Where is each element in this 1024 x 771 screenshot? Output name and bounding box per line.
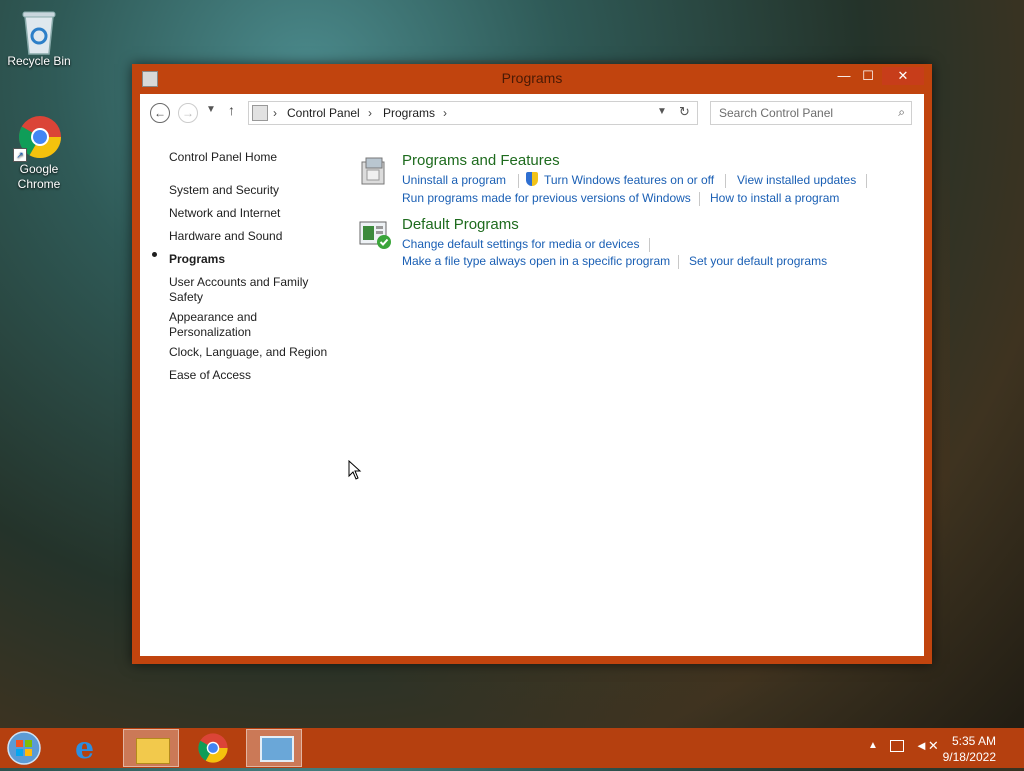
control-panel-icon <box>252 105 268 121</box>
file-type-association-link[interactable]: Make a file type always open in a specif… <box>402 254 670 268</box>
window-title: Programs <box>501 70 563 86</box>
link-separator <box>699 192 700 206</box>
nav-item-user-accounts[interactable]: User Accounts and Family Safety <box>169 275 314 305</box>
desktop-icon-label: Google Chrome <box>17 162 61 191</box>
breadcrumb-separator-icon: › <box>368 106 372 120</box>
minimize-button[interactable]: — <box>832 67 856 85</box>
nav-item-appearance[interactable]: Appearance and Personalization <box>169 310 279 340</box>
back-button[interactable]: ← <box>150 103 170 123</box>
navigation-bar: ← → ▼ ↑ › Control Panel › Programs › ▼ ↻… <box>140 94 924 134</box>
title-bar[interactable]: Programs — ☐ ✕ <box>132 64 932 94</box>
programs-and-features-title[interactable]: Programs and Features <box>402 152 560 169</box>
address-dropdown-icon[interactable]: ▼ <box>657 106 667 117</box>
uninstall-program-link[interactable]: Uninstall a program <box>402 173 506 187</box>
breadcrumb-programs[interactable]: Programs <box>383 106 435 120</box>
address-bar[interactable]: › Control Panel › Programs › ▼ ↻ <box>248 101 698 125</box>
shield-icon <box>526 172 538 186</box>
search-placeholder: Search Control Panel <box>719 106 834 120</box>
nav-item-programs[interactable]: Programs <box>169 252 329 267</box>
change-default-settings-link[interactable]: Change default settings for media or dev… <box>402 237 639 251</box>
nav-control-panel-home[interactable]: Control Panel Home <box>169 150 329 165</box>
recent-pages-chevron-icon[interactable]: ▼ <box>206 104 216 115</box>
how-to-install-link[interactable]: How to install a program <box>710 191 839 205</box>
up-button[interactable]: ↑ <box>228 102 235 118</box>
control-panel-icon <box>260 736 294 762</box>
category-default-programs: Default Programs Change default settings… <box>358 216 918 272</box>
shortcut-arrow-icon: ↗ <box>13 148 27 162</box>
close-button[interactable]: ✕ <box>882 67 924 85</box>
default-programs-icon <box>359 221 391 249</box>
desktop-icon-chrome[interactable]: ↗ Google Chrome <box>4 114 74 192</box>
selected-bullet-icon <box>152 252 157 257</box>
taskbar-control-panel[interactable] <box>246 729 302 767</box>
folder-icon <box>136 738 170 764</box>
view-installed-updates-link[interactable]: View installed updates <box>737 173 856 187</box>
taskbar: e ▲ ◄✕ 5:35 AM 9/18/2022 <box>0 728 1024 768</box>
windows-features-link[interactable]: Turn Windows features on or off <box>544 173 714 187</box>
chrome-icon <box>198 733 228 763</box>
run-older-programs-link[interactable]: Run programs made for previous versions … <box>402 191 691 205</box>
network-icon[interactable] <box>890 740 904 752</box>
internet-explorer-icon: e <box>75 731 95 766</box>
default-programs-title[interactable]: Default Programs <box>402 216 519 233</box>
taskbar-internet-explorer[interactable]: e <box>62 729 118 767</box>
taskbar-chrome[interactable] <box>185 729 241 767</box>
link-separator <box>678 255 679 269</box>
link-separator <box>866 174 867 188</box>
link-separator <box>725 174 726 188</box>
link-separator <box>649 238 650 252</box>
chrome-icon: ↗ <box>13 114 62 162</box>
volume-muted-icon[interactable]: ◄✕ <box>915 738 939 754</box>
nav-item-network-and-internet[interactable]: Network and Internet <box>169 206 329 221</box>
windows-logo-icon <box>7 731 41 765</box>
window-client-area: ← → ▼ ↑ › Control Panel › Programs › ▼ ↻… <box>140 94 924 656</box>
nav-item-system-and-security[interactable]: System and Security <box>169 183 329 198</box>
nav-item-clock-language-region[interactable]: Clock, Language, and Region <box>169 345 339 360</box>
mouse-cursor-icon <box>348 460 362 480</box>
search-input[interactable]: Search Control Panel ⌕ <box>710 101 912 125</box>
desktop-icon-recycle-bin[interactable]: Recycle Bin <box>4 8 74 69</box>
link-separator <box>518 174 519 188</box>
taskbar-file-explorer[interactable] <box>123 729 179 767</box>
desktop-icon-label: Recycle Bin <box>7 54 71 68</box>
system-clock[interactable]: 5:35 AM 9/18/2022 <box>943 733 996 765</box>
clock-time: 5:35 AM <box>951 734 996 748</box>
programs-and-features-icon <box>361 157 385 185</box>
breadcrumb-separator-icon: › <box>443 106 447 120</box>
show-hidden-icons-button[interactable]: ▲ <box>868 740 878 751</box>
maximize-button[interactable]: ☐ <box>856 67 880 85</box>
nav-item-ease-of-access[interactable]: Ease of Access <box>169 368 329 383</box>
clock-date: 9/18/2022 <box>942 750 996 764</box>
breadcrumb-separator-icon: › <box>273 106 277 120</box>
set-default-programs-link[interactable]: Set your default programs <box>689 254 827 268</box>
refresh-icon[interactable]: ↻ <box>679 104 690 120</box>
control-panel-window: Programs — ☐ ✕ ← → ▼ ↑ › Control Panel ›… <box>132 64 932 664</box>
forward-button[interactable]: → <box>178 103 198 123</box>
start-button[interactable] <box>6 730 46 766</box>
recycle-bin-icon <box>17 8 61 55</box>
category-programs-and-features: Programs and Features Uninstall a progra… <box>358 152 918 208</box>
nav-item-hardware-and-sound[interactable]: Hardware and Sound <box>169 229 329 244</box>
breadcrumb-control-panel[interactable]: Control Panel <box>287 106 360 120</box>
search-icon[interactable]: ⌕ <box>898 105 905 120</box>
